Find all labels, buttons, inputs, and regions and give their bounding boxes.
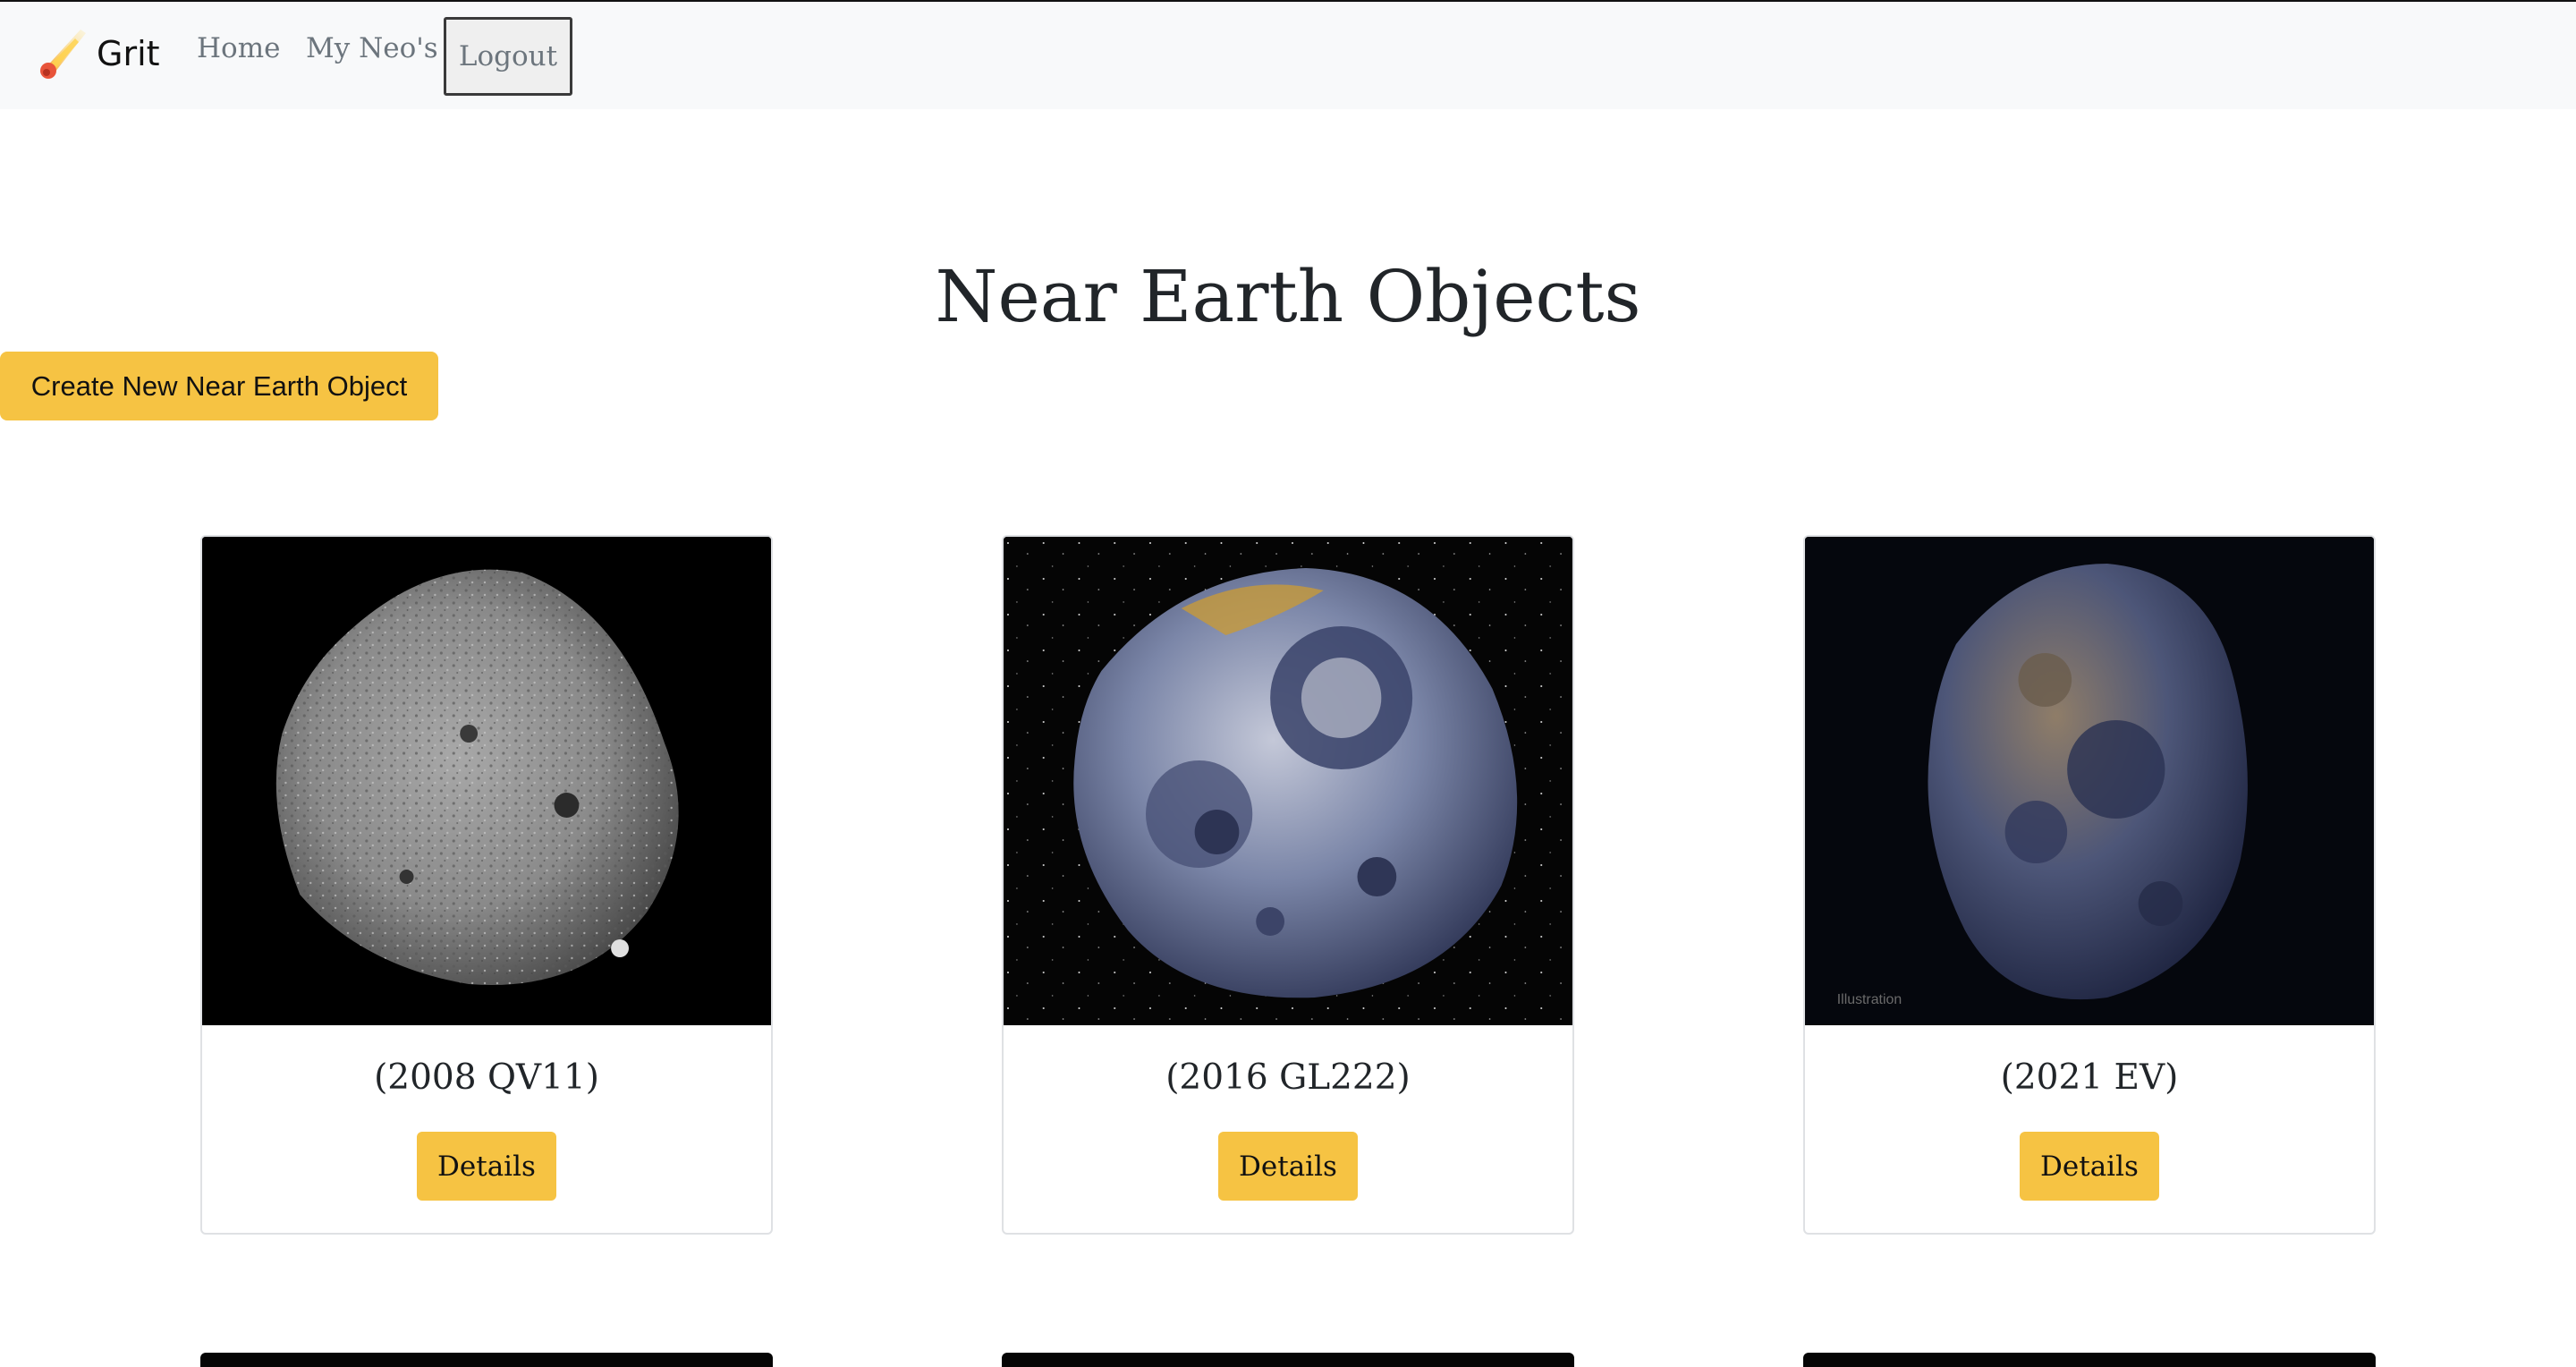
navbar: Grit Home My Neo's Logout xyxy=(0,2,2576,109)
neo-image xyxy=(1004,537,1572,1025)
nav-link-home[interactable]: Home xyxy=(197,32,280,64)
neo-card: Illustration (2021 EV) Details xyxy=(1803,535,2376,1235)
neo-card: (2016 GL222) Details xyxy=(1002,535,1574,1235)
neo-card-partial xyxy=(1803,1353,2376,1367)
logout-button[interactable]: Logout xyxy=(444,17,572,96)
illustration-caption: Illustration xyxy=(1837,992,1902,1007)
neo-card: (2008 QV11) Details xyxy=(200,535,773,1235)
create-neo-button[interactable]: Create New Near Earth Object xyxy=(0,352,438,420)
brand-link[interactable]: Grit xyxy=(36,27,160,81)
neo-name: (2008 QV11) xyxy=(374,1057,599,1098)
nav-link-my-neos[interactable]: My Neo's xyxy=(306,32,438,64)
neo-image: Illustration xyxy=(1805,537,2374,1025)
details-button[interactable]: Details xyxy=(417,1132,556,1201)
neo-name: (2021 EV) xyxy=(2000,1057,2179,1098)
neo-card-partial xyxy=(1002,1353,1574,1367)
neo-card-partial xyxy=(200,1353,773,1367)
neo-name: (2016 GL222) xyxy=(1165,1057,1411,1098)
details-button[interactable]: Details xyxy=(2020,1132,2159,1201)
page-title: Near Earth Objects xyxy=(935,255,1641,338)
neo-image xyxy=(202,537,771,1025)
comet-icon xyxy=(36,26,89,81)
brand-name: Grit xyxy=(97,34,160,73)
details-button[interactable]: Details xyxy=(1218,1132,1358,1201)
